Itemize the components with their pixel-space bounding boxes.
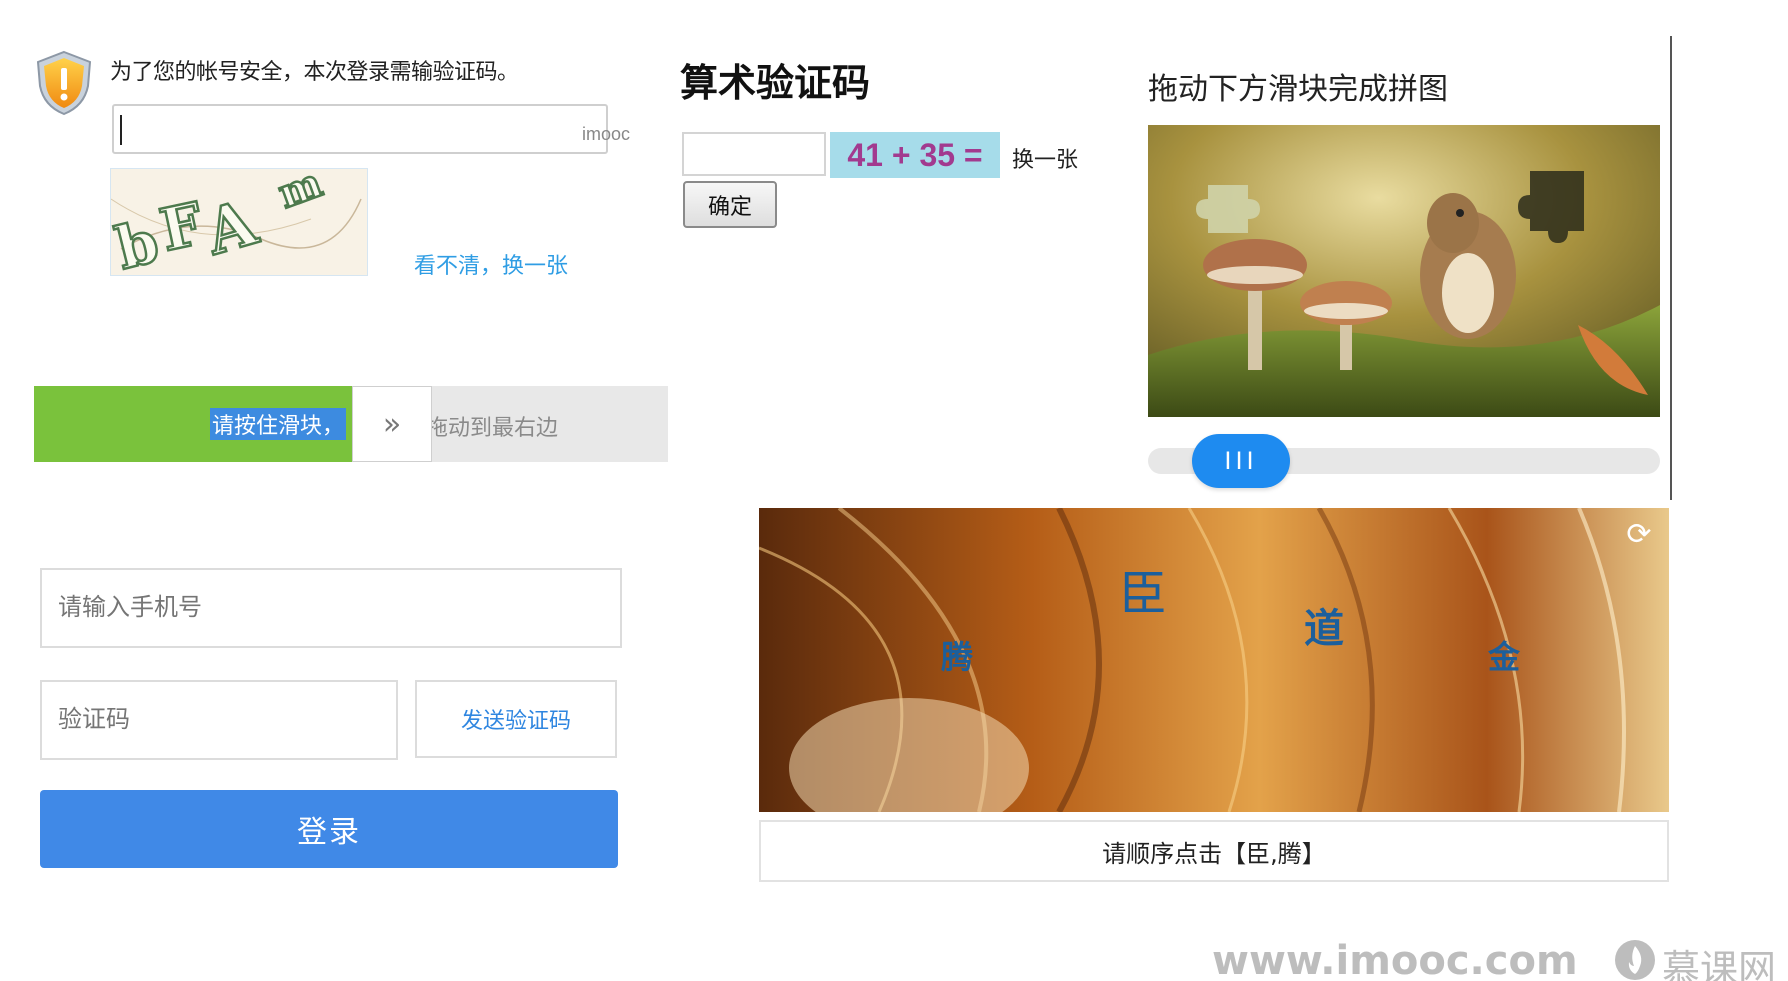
click-char-teng[interactable]: 腾 — [941, 632, 973, 678]
verification-code-input[interactable] — [40, 680, 398, 760]
change-expression-link[interactable]: 换一张 — [1012, 142, 1078, 174]
send-code-button[interactable]: 发送验证码 — [415, 680, 617, 758]
imooc-flame-logo — [1614, 938, 1656, 981]
refresh-icon[interactable]: ⟳ — [1621, 516, 1657, 552]
click-char-dao[interactable]: 道 — [1304, 596, 1344, 654]
click-char-jin[interactable]: 金 — [1488, 632, 1520, 678]
arithmetic-answer-input[interactable] — [682, 132, 826, 176]
phone-number-input[interactable] — [40, 568, 622, 648]
captcha-image[interactable]: b F A m — [110, 168, 368, 276]
click-char-chen[interactable]: 臣 — [1119, 554, 1167, 624]
arithmetic-captcha-title: 算术验证码 — [680, 61, 871, 105]
confirm-button[interactable]: 确定 — [683, 181, 777, 228]
puzzle-background-image — [1148, 125, 1660, 417]
text-cursor — [120, 115, 122, 145]
double-chevron-right-icon: » — [382, 406, 402, 442]
hair-background — [759, 508, 1669, 812]
puzzle-captcha-title: 拖动下方滑块完成拼图 — [1148, 72, 1448, 107]
puzzle-slider-handle[interactable]: III — [1192, 434, 1290, 488]
watermark-url: www.imooc.com — [1212, 938, 1578, 981]
slide-hint-selected: 请按住滑块， — [210, 408, 347, 440]
arithmetic-expression: 41 + 35 = — [830, 132, 1000, 178]
security-message: 为了您的帐号安全，本次登录需输验证码。 — [110, 60, 519, 85]
watermark-text: imooc — [582, 124, 631, 144]
shield-warning-icon — [34, 50, 94, 116]
click-captcha-image[interactable]: 臣 道 腾 金 ⟳ — [759, 508, 1669, 812]
slide-hint-rest: 拖动到最右边 — [426, 416, 559, 441]
captcha-text-input[interactable] — [112, 104, 608, 154]
panel-divider — [1670, 36, 1672, 500]
slide-verify-handle[interactable]: » — [352, 386, 432, 462]
login-button[interactable]: 登录 — [40, 790, 618, 868]
watermark-brand: 慕课网 — [1662, 947, 1777, 981]
refresh-captcha-link[interactable]: 看不清，换一张 — [414, 248, 568, 280]
click-order-instruction: 请顺序点击【臣,腾】 — [759, 820, 1669, 882]
